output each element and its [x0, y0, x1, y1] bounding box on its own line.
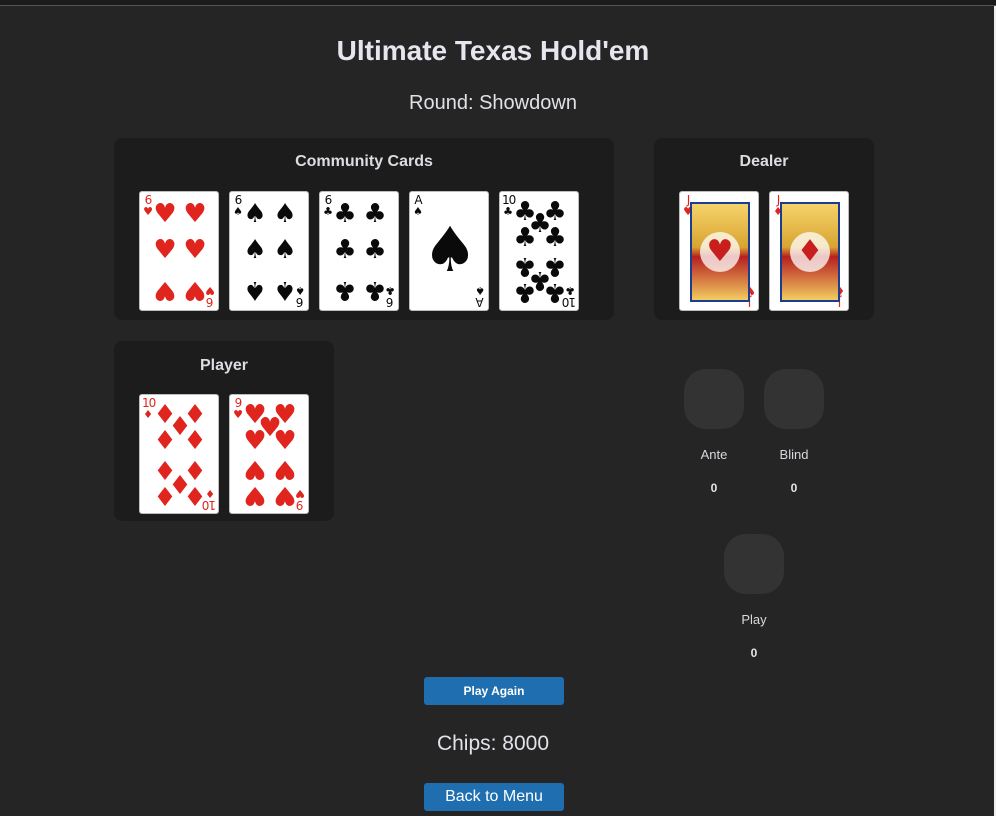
card-rank: A: [476, 295, 484, 309]
clubs-pip-icon: ♣: [363, 275, 387, 305]
clubs-pip-icon: ♣: [363, 235, 387, 265]
ante-chip-spot[interactable]: [684, 369, 744, 429]
blind-label: Blind: [779, 447, 809, 462]
playing-card-j-of-diamonds: J ♦ J ♦ ♦: [769, 191, 849, 311]
play-value: 0: [750, 646, 758, 660]
clubs-pip-icon: ♣: [513, 223, 537, 253]
clubs-pip-icon: ♣: [543, 277, 567, 307]
community-cards-panel: Community Cards 6 ♥ 6 ♥ ♥ ♥ ♥ ♥ ♥ ♥ 6 ♠ 6 ♠ ♠ ♠ ♠ ♠ ♠ ♠ 6 ♣ 6 ♣…: [114, 138, 614, 320]
player-panel: Player 10 ♦ 10 ♦ ♦ ♦ ♦ ♦ ♦ ♦ ♦ ♦ ♦ ♦ 9 ♥ 9 ♥ ♥ ♥ ♥ ♥ ♥ ♥ ♥ ♥ ♥: [114, 341, 334, 521]
spades-pip-icon: ♠: [243, 275, 267, 305]
diamonds-face-suit-icon: ♦: [790, 232, 830, 272]
hearts-pip-icon: ♥: [183, 199, 207, 229]
playing-card-6-of-hearts: 6 ♥ 6 ♥ ♥ ♥ ♥ ♥ ♥ ♥: [139, 191, 219, 311]
face-card-portrait: ♥: [690, 202, 750, 302]
blind-value: 0: [790, 481, 798, 495]
playing-card-10-of-diamonds: 10 ♦ 10 ♦ ♦ ♦ ♦ ♦ ♦ ♦ ♦ ♦ ♦ ♦: [139, 394, 219, 514]
playing-card-6-of-clubs: 6 ♣ 6 ♣ ♣ ♣ ♣ ♣ ♣ ♣: [319, 191, 399, 311]
playing-card-j-of-hearts: J ♥ J ♥ ♥: [679, 191, 759, 311]
ante-bet[interactable]: Ante 0: [684, 369, 744, 495]
ante-label: Ante: [700, 447, 728, 462]
blind-bet[interactable]: Blind 0: [764, 369, 824, 495]
hearts-pip-icon: ♥: [243, 454, 267, 484]
community-cards-title: Community Cards: [295, 153, 433, 170]
playing-card-9-of-hearts: 9 ♥ 9 ♥ ♥ ♥ ♥ ♥ ♥ ♥ ♥ ♥ ♥: [229, 394, 309, 514]
playing-card-10-of-clubs: 10 ♣ 10 ♣ ♣ ♣ ♣ ♣ ♣ ♣ ♣ ♣ ♣ ♣: [499, 191, 579, 311]
face-card-portrait: ♦: [780, 202, 840, 302]
spades-pip-icon: ♠: [243, 199, 267, 229]
play-bet[interactable]: Play 0: [724, 534, 784, 660]
clubs-pip-icon: ♣: [543, 223, 567, 253]
spades-pip-icon: ♠: [273, 199, 297, 229]
hearts-pip-icon: ♥: [153, 199, 177, 229]
hearts-pip-icon: ♥: [153, 275, 177, 305]
hearts-pip-icon: ♥: [273, 454, 297, 484]
hearts-pip-icon: ♥: [183, 235, 207, 265]
hearts-pip-icon: ♥: [258, 413, 282, 443]
back-to-menu-button[interactable]: Back to Menu: [424, 783, 564, 811]
play-chip-spot[interactable]: [724, 534, 784, 594]
spades-pip-icon: ♠: [273, 275, 297, 305]
dealer-title: Dealer: [739, 153, 789, 170]
play-again-button[interactable]: Play Again: [424, 677, 564, 705]
spades-pip-icon: ♠: [273, 235, 297, 265]
clubs-pip-icon: ♣: [333, 275, 357, 305]
spades-pip-icon: ♠: [243, 235, 267, 265]
blind-chip-spot[interactable]: [764, 369, 824, 429]
game-title: Ultimate Texas Hold'em: [336, 35, 650, 66]
player-title: Player: [199, 357, 249, 374]
chips-balance: Chips: 8000: [436, 732, 550, 755]
playing-card-a-of-spades: A ♠ A ♠ ♠: [409, 191, 489, 311]
diamonds-pip-icon: ♦: [183, 426, 207, 456]
round-status: Round: Showdown: [409, 92, 577, 114]
spades-ace-pip-icon: ♠: [422, 213, 478, 286]
ante-value: 0: [710, 481, 718, 495]
hearts-pip-icon: ♥: [153, 235, 177, 265]
card-corner-index: A ♠: [474, 284, 486, 309]
clubs-pip-icon: ♣: [333, 235, 357, 265]
diamonds-pip-icon: ♦: [183, 480, 207, 510]
hearts-pip-icon: ♥: [183, 275, 207, 305]
clubs-pip-icon: ♣: [363, 199, 387, 229]
hearts-pip-icon: ♥: [273, 480, 297, 510]
top-border: [0, 0, 996, 6]
hearts-face-suit-icon: ♥: [700, 232, 740, 272]
diamonds-pip-icon: ♦: [153, 480, 177, 510]
hearts-pip-icon: ♥: [243, 480, 267, 510]
clubs-pip-icon: ♣: [513, 277, 537, 307]
clubs-pip-icon: ♣: [333, 199, 357, 229]
play-label: Play: [741, 612, 767, 627]
playing-card-6-of-spades: 6 ♠ 6 ♠ ♠ ♠ ♠ ♠ ♠ ♠: [229, 191, 309, 311]
dealer-panel: Dealer J ♥ J ♥ ♥ J ♦ J ♦ ♦: [654, 138, 874, 320]
diamonds-pip-icon: ♦: [153, 426, 177, 456]
